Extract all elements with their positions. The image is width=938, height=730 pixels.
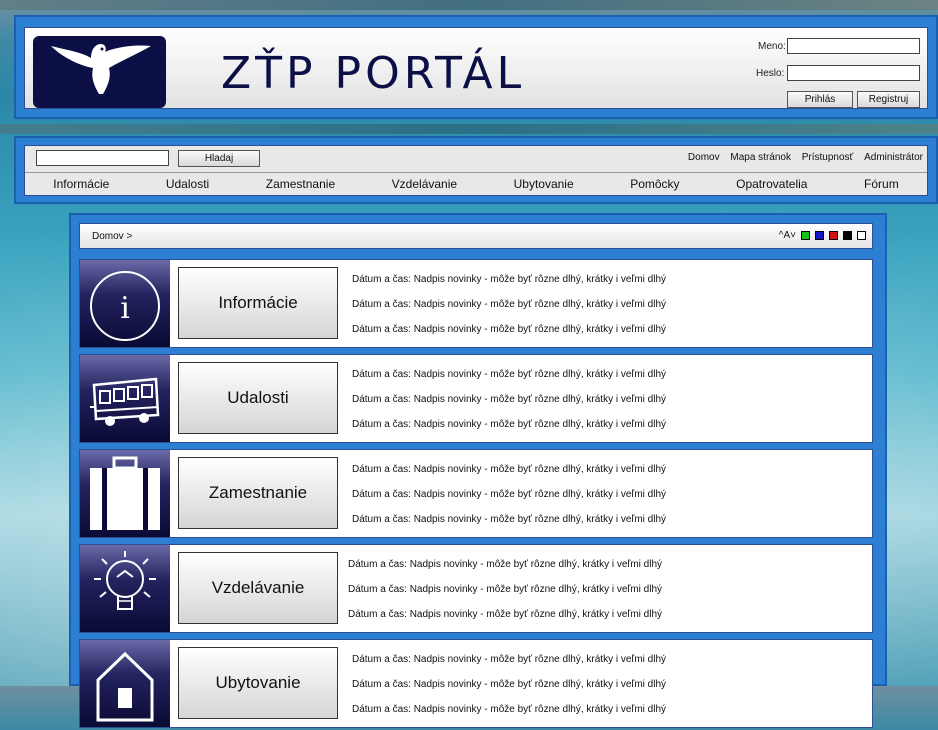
header-panel: ZŤP PORTÁL Meno: Heslo: Prihlás Registru… <box>24 27 928 109</box>
house-icon <box>80 640 170 727</box>
news-item[interactable]: Dátum a čas: Nadpis novinky - môže byť r… <box>348 602 662 627</box>
breadcrumb-bar: Domov > ^A˅ <box>79 223 873 249</box>
site-title: ZŤP PORTÁL <box>221 48 526 99</box>
section-title-button[interactable]: Vzdelávanie <box>178 552 338 624</box>
font-size-control[interactable]: ^A˅ <box>779 230 796 241</box>
top-links: Domov Mapa stránok Prístupnosť Administr… <box>680 152 923 163</box>
theme-white-swatch[interactable] <box>857 231 866 240</box>
section-vzdelavanie: Vzdelávanie Dátum a čas: Nadpis novinky … <box>79 544 873 633</box>
link-sitemap[interactable]: Mapa stránok <box>730 152 791 163</box>
news-item[interactable]: Dátum a čas: Nadpis novinky - môže byť r… <box>352 672 666 697</box>
background-stripe <box>0 124 938 134</box>
news-item[interactable]: Dátum a čas: Nadpis novinky - môže byť r… <box>352 697 666 722</box>
main-content: Domov > ^A˅ i Informácie Dátum a čas: Na… <box>69 213 887 728</box>
svg-text:i: i <box>120 291 130 326</box>
username-label: Meno: <box>758 41 786 52</box>
username-input[interactable] <box>787 38 920 54</box>
news-item[interactable]: Dátum a čas: Nadpis novinky - môže byť r… <box>348 577 662 602</box>
navigation-bar: Hladaj Domov Mapa stránok Prístupnosť Ad… <box>14 136 938 204</box>
theme-green-swatch[interactable] <box>801 231 810 240</box>
link-accessibility[interactable]: Prístupnosť <box>802 152 854 163</box>
theme-red-swatch[interactable] <box>829 231 838 240</box>
password-label: Heslo: <box>756 68 785 79</box>
menu-item-forum[interactable]: Fórum <box>864 177 899 191</box>
news-item[interactable]: Dátum a čas: Nadpis novinky - môže byť r… <box>352 317 666 342</box>
menu-item-udalosti[interactable]: Udalosti <box>166 177 209 191</box>
news-list: Dátum a čas: Nadpis novinky - môže byť r… <box>352 457 666 532</box>
menu-item-vzdelavanie[interactable]: Vzdelávanie <box>392 177 457 191</box>
news-list: Dátum a čas: Nadpis novinky - môže byť r… <box>352 267 666 342</box>
news-list: Dátum a čas: Nadpis novinky - môže byť r… <box>348 552 662 627</box>
section-title-button[interactable]: Informácie <box>178 267 338 339</box>
section-informacie: i Informácie Dátum a čas: Nadpis novinky… <box>79 259 873 348</box>
news-item[interactable]: Dátum a čas: Nadpis novinky - môže byť r… <box>352 647 666 672</box>
news-item[interactable]: Dátum a čas: Nadpis novinky - môže byť r… <box>352 457 666 482</box>
menu-item-zamestnanie[interactable]: Zamestnanie <box>266 177 335 191</box>
menu-item-informacie[interactable]: Informácie <box>53 177 109 191</box>
news-item[interactable]: Dátum a čas: Nadpis novinky - môže byť r… <box>352 292 666 317</box>
section-title-button[interactable]: Zamestnanie <box>178 457 338 529</box>
menu-item-ubytovanie[interactable]: Ubytovanie <box>514 177 574 191</box>
lightbulb-icon <box>80 545 170 632</box>
news-item[interactable]: Dátum a čas: Nadpis novinky - môže byť r… <box>352 362 666 387</box>
link-administrator[interactable]: Administrátor <box>864 152 923 163</box>
search-button[interactable]: Hladaj <box>178 150 260 167</box>
news-item[interactable]: Dátum a čas: Nadpis novinky - môže byť r… <box>352 267 666 292</box>
theme-black-swatch[interactable] <box>843 231 852 240</box>
password-input[interactable] <box>787 65 920 81</box>
news-item[interactable]: Dátum a čas: Nadpis novinky - môže byť r… <box>352 412 666 437</box>
menu-item-opatrovatelia[interactable]: Opatrovatelia <box>736 177 807 191</box>
briefcase-icon <box>80 450 170 537</box>
section-title-button[interactable]: Ubytovanie <box>178 647 338 719</box>
search-input[interactable] <box>36 150 169 166</box>
news-item[interactable]: Dátum a čas: Nadpis novinky - môže byť r… <box>352 387 666 412</box>
register-button[interactable]: Registruj <box>857 91 920 108</box>
section-zamestnanie: Zamestnanie Dátum a čas: Nadpis novinky … <box>79 449 873 538</box>
background-stripe <box>0 0 938 10</box>
info-icon: i <box>80 260 170 347</box>
section-udalosti: Udalosti Dátum a čas: Nadpis novinky - m… <box>79 354 873 443</box>
breadcrumb[interactable]: Domov > <box>92 231 132 242</box>
link-home[interactable]: Domov <box>688 152 720 163</box>
accessibility-tools: ^A˅ <box>779 230 866 241</box>
section-ubytovanie: Ubytovanie Dátum a čas: Nadpis novinky -… <box>79 639 873 728</box>
news-item[interactable]: Dátum a čas: Nadpis novinky - môže byť r… <box>352 507 666 532</box>
menu-item-pomocky[interactable]: Pomôcky <box>630 177 679 191</box>
news-list: Dátum a čas: Nadpis novinky - môže byť r… <box>352 647 666 722</box>
main-menu: Informácie Udalosti Zamestnanie Vzdeláva… <box>25 172 927 195</box>
header: ZŤP PORTÁL Meno: Heslo: Prihlás Registru… <box>14 15 938 119</box>
news-item[interactable]: Dátum a čas: Nadpis novinky - môže byť r… <box>348 552 662 577</box>
news-list: Dátum a čas: Nadpis novinky - môže byť r… <box>352 362 666 437</box>
login-button[interactable]: Prihlás <box>787 91 853 108</box>
theme-blue-swatch[interactable] <box>815 231 824 240</box>
section-title-button[interactable]: Udalosti <box>178 362 338 434</box>
navigation-panel: Hladaj Domov Mapa stránok Prístupnosť Ad… <box>24 145 928 196</box>
bus-icon <box>80 355 170 442</box>
news-item[interactable]: Dátum a čas: Nadpis novinky - môže byť r… <box>352 482 666 507</box>
dove-logo-icon[interactable] <box>33 36 166 108</box>
